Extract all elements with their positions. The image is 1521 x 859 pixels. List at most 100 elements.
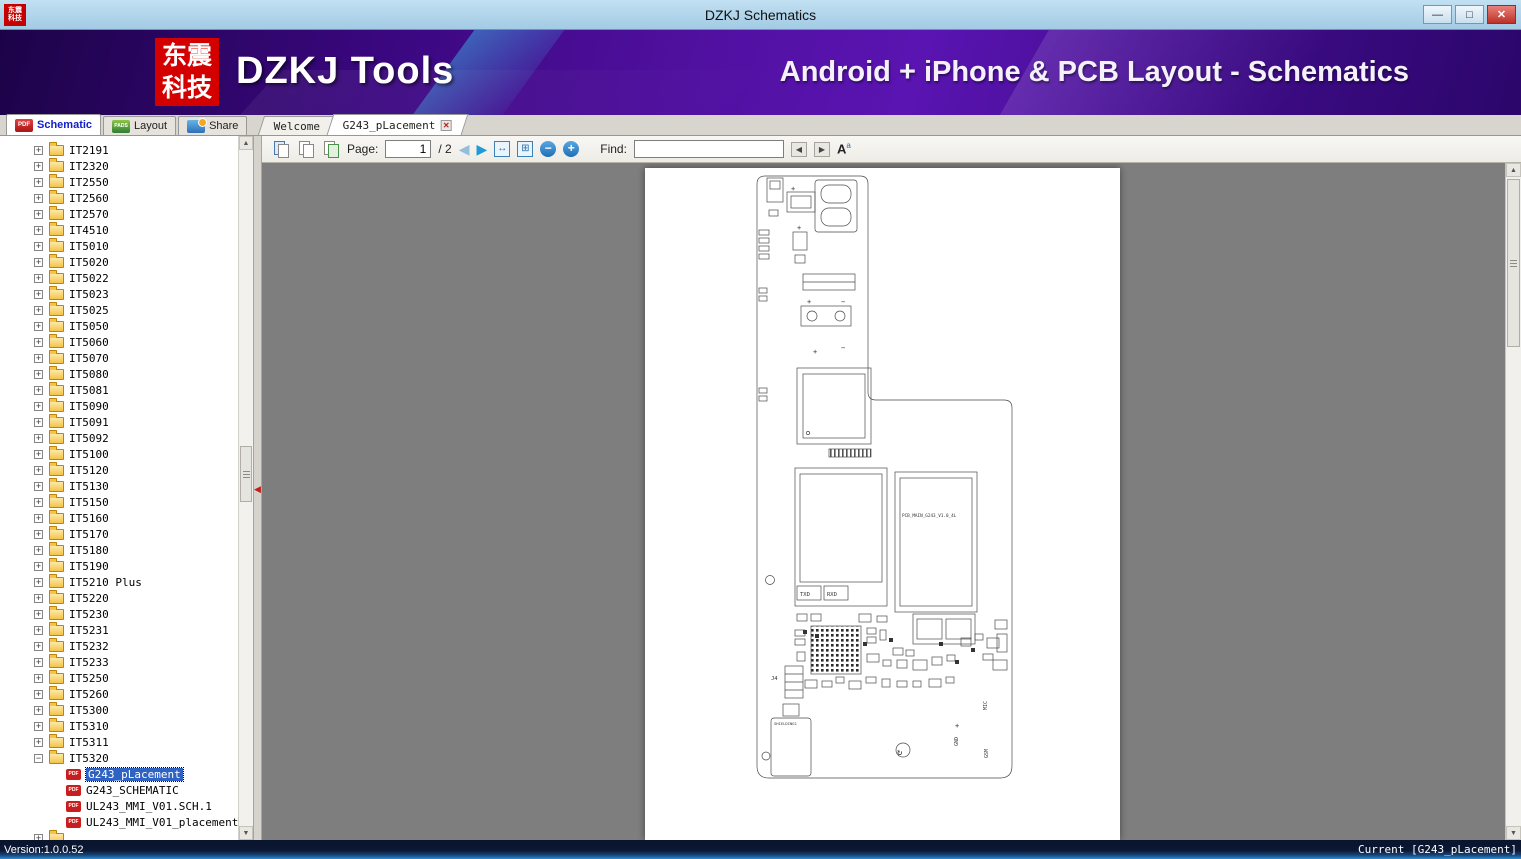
tree-item-IT5180[interactable]: + IT5180	[0, 541, 239, 558]
scroll-up-icon[interactable]: ▲	[239, 136, 253, 150]
expand-icon[interactable]: +	[34, 641, 43, 651]
expand-icon[interactable]: +	[34, 353, 43, 363]
tree-item-IT5010[interactable]: + IT5010	[0, 237, 239, 254]
find-previous-icon[interactable]: ◀	[790, 141, 807, 157]
tree-item-IT5025[interactable]: + IT5025	[0, 301, 239, 318]
tree-item-IT5091[interactable]: + IT5091	[0, 413, 239, 430]
expand-icon[interactable]: +	[34, 689, 43, 699]
fit-width-icon[interactable]: ↔	[494, 141, 511, 157]
tree-item-IT5090[interactable]: + IT5090	[0, 397, 239, 414]
multi-page-icon[interactable]	[322, 140, 340, 158]
tree-item-IT5310[interactable]: + IT5310	[0, 717, 239, 734]
expand-icon[interactable]: +	[34, 561, 43, 571]
expand-icon[interactable]: +	[34, 289, 43, 299]
expand-icon[interactable]: +	[34, 241, 43, 251]
tree-item-IT5050[interactable]: + IT5050	[0, 317, 239, 334]
tree-item-IT5170[interactable]: + IT5170	[0, 525, 239, 542]
expand-icon[interactable]: +	[34, 625, 43, 635]
expand-icon[interactable]: +	[34, 481, 43, 491]
tree-item-IT5220[interactable]: + IT5220	[0, 589, 239, 606]
expand-icon[interactable]: +	[34, 305, 43, 315]
tree-item-IT5130[interactable]: + IT5130	[0, 477, 239, 494]
expand-icon[interactable]: +	[34, 497, 43, 507]
expand-icon[interactable]: +	[34, 593, 43, 603]
collapse-icon[interactable]: −	[34, 753, 43, 763]
expand-icon[interactable]: +	[34, 177, 43, 187]
tree-item-IT5150[interactable]: + IT5150	[0, 493, 239, 510]
tree-item-G243_SCHEMATIC[interactable]: PDF G243_SCHEMATIC	[0, 782, 239, 798]
tree-item-IT5320[interactable]: − IT5320	[0, 749, 239, 766]
expand-icon[interactable]: +	[34, 657, 43, 667]
tree-item-IT5300[interactable]: + IT5300	[0, 701, 239, 718]
expand-icon[interactable]: +	[34, 209, 43, 219]
tree-item-IT2191[interactable]: + IT2191	[0, 141, 239, 158]
tree-item-IT5230[interactable]: + IT5230	[0, 605, 239, 622]
copy-page-icon[interactable]	[297, 140, 315, 158]
next-page-icon[interactable]: ▶	[476, 142, 487, 156]
tree-item-IT2560[interactable]: + IT2560	[0, 189, 239, 206]
tree-item-IT5060[interactable]: + IT5060	[0, 333, 239, 350]
expand-icon[interactable]: +	[34, 529, 43, 539]
tab-schematic[interactable]: PDF Schematic	[6, 114, 102, 135]
tree-item-IT2570[interactable]: + IT2570	[0, 205, 239, 222]
tree-item-IT5120[interactable]: + IT5120	[0, 461, 239, 478]
expand-icon[interactable]: +	[34, 737, 43, 747]
zoom-out-icon[interactable]: −	[540, 141, 557, 157]
scroll-down-icon[interactable]: ▼	[239, 826, 253, 840]
expand-icon[interactable]: +	[34, 193, 43, 203]
clipboard-icon[interactable]	[272, 140, 290, 158]
expand-icon[interactable]: +	[34, 465, 43, 475]
tree-item-IT5100[interactable]: + IT5100	[0, 445, 239, 462]
find-input[interactable]	[633, 140, 784, 158]
expand-icon[interactable]: +	[34, 145, 43, 155]
viewer-scroll-thumb[interactable]	[1507, 179, 1520, 347]
tree-item-IT5233[interactable]: + IT5233	[0, 653, 239, 670]
expand-icon[interactable]: +	[34, 321, 43, 331]
match-case-icon[interactable]: Aa	[837, 141, 851, 156]
scroll-down-icon[interactable]: ▼	[1506, 826, 1521, 840]
tree-item-partial[interactable]: +	[0, 829, 239, 840]
tree-item-IT2320[interactable]: + IT2320	[0, 157, 239, 174]
expand-icon[interactable]: +	[34, 225, 43, 235]
tree-scroll-thumb[interactable]	[240, 446, 252, 502]
minimize-button[interactable]: —	[1423, 5, 1452, 24]
tab-share[interactable]: Share	[178, 116, 248, 135]
tree-item-G243_pLacement[interactable]: PDF G243_pLacement	[0, 766, 239, 782]
close-tab-icon[interactable]: ✕	[440, 119, 452, 131]
tree-item-IT5080[interactable]: + IT5080	[0, 365, 239, 382]
expand-icon[interactable]: +	[34, 257, 43, 267]
tab-welcome[interactable]: Welcome	[258, 116, 337, 135]
viewer-scrollbar[interactable]: ▲ ▼	[1505, 163, 1521, 840]
tree-item-IT2550[interactable]: + IT2550	[0, 173, 239, 190]
tab-g243-placement[interactable]: G243_pLacement ✕	[326, 114, 468, 135]
expand-icon[interactable]: +	[34, 609, 43, 619]
expand-icon[interactable]: +	[34, 401, 43, 411]
maximize-button[interactable]: □	[1455, 5, 1484, 24]
scroll-up-icon[interactable]: ▲	[1506, 163, 1521, 177]
tree-scrollbar[interactable]: ▲ ▼	[238, 136, 253, 840]
tree-item-IT5023[interactable]: + IT5023	[0, 285, 239, 302]
expand-icon[interactable]: +	[34, 417, 43, 427]
expand-icon[interactable]: +	[34, 337, 43, 347]
tree-item-UL243_MMI_V01.SCH.1[interactable]: PDF UL243_MMI_V01.SCH.1	[0, 798, 239, 814]
tree-item-IT5210-Plus[interactable]: + IT5210 Plus	[0, 573, 239, 590]
fit-page-icon[interactable]: ⊞	[517, 141, 534, 157]
panel-splitter[interactable]: ◀	[254, 136, 262, 840]
expand-icon[interactable]: +	[34, 513, 43, 523]
tree-item-IT5190[interactable]: + IT5190	[0, 557, 239, 574]
expand-icon[interactable]: +	[34, 433, 43, 443]
tree-item-IT5231[interactable]: + IT5231	[0, 621, 239, 638]
expand-icon[interactable]: +	[34, 705, 43, 715]
zoom-in-icon[interactable]: +	[563, 141, 580, 157]
tree-item-IT5022[interactable]: + IT5022	[0, 269, 239, 286]
page-input[interactable]	[385, 140, 432, 158]
tree-item-IT5260[interactable]: + IT5260	[0, 685, 239, 702]
previous-page-icon[interactable]: ◀	[459, 142, 470, 156]
tree-item-IT5232[interactable]: + IT5232	[0, 637, 239, 654]
collapse-panel-icon[interactable]: ◀	[254, 484, 261, 495]
close-button[interactable]: ✕	[1487, 5, 1516, 24]
tree-item-IT5311[interactable]: + IT5311	[0, 733, 239, 750]
tree-item-IT5250[interactable]: + IT5250	[0, 669, 239, 686]
pdf-viewer[interactable]: + + + − + − + TXD RXD PCB_MAIN_G243_V1.0…	[262, 163, 1521, 840]
tree-item-UL243_MMI_V01_placement[interactable]: PDF UL243_MMI_V01_placement	[0, 814, 239, 830]
